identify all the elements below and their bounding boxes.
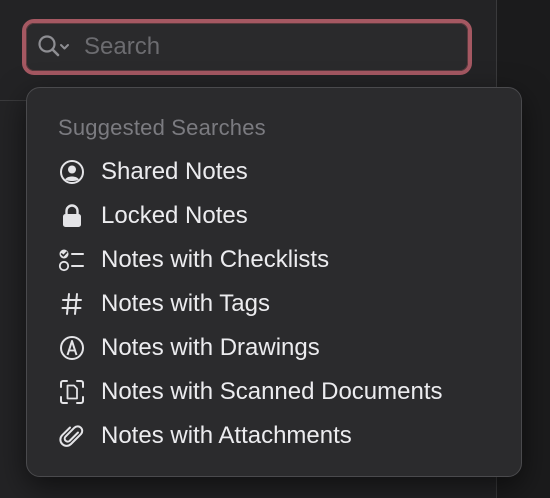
suggestion-shared-notes[interactable]: Shared Notes [27, 150, 521, 194]
suggestion-label: Notes with Drawings [101, 334, 320, 361]
person-circle-icon [58, 158, 86, 186]
search-field[interactable] [22, 19, 472, 75]
suggestion-tags[interactable]: Notes with Tags [27, 282, 521, 326]
suggestion-drawings[interactable]: Notes with Drawings [27, 326, 521, 370]
suggestion-label: Shared Notes [101, 158, 248, 185]
suggestion-locked-notes[interactable]: Locked Notes [27, 194, 521, 238]
suggestion-attachments[interactable]: Notes with Attachments [27, 414, 521, 458]
suggestion-checklists[interactable]: Notes with Checklists [27, 238, 521, 282]
lock-icon [58, 202, 86, 230]
suggestion-label: Notes with Attachments [101, 422, 352, 449]
scanned-document-icon [58, 378, 86, 406]
pencil-tip-circle-icon [58, 334, 86, 362]
hashtag-icon [58, 290, 86, 318]
suggestion-label: Notes with Scanned Documents [101, 378, 443, 405]
search-options-icon[interactable] [34, 32, 74, 62]
checklist-icon [58, 246, 86, 274]
suggestion-label: Notes with Checklists [101, 246, 330, 273]
suggestion-list: Shared Notes Locked Notes Notes with Che… [27, 150, 521, 458]
suggestion-label: Notes with Tags [101, 290, 270, 317]
suggested-searches-heading: Suggested Searches [58, 115, 266, 140]
paperclip-icon [58, 422, 86, 450]
notes-app-screen: Suggested Searches Shared Notes [0, 0, 550, 498]
suggestion-scanned-documents[interactable]: Notes with Scanned Documents [27, 370, 521, 414]
search-input[interactable] [74, 27, 468, 67]
suggested-searches-menu: Suggested Searches Shared Notes Locked N… [26, 87, 522, 477]
suggestion-label: Locked Notes [101, 202, 248, 229]
